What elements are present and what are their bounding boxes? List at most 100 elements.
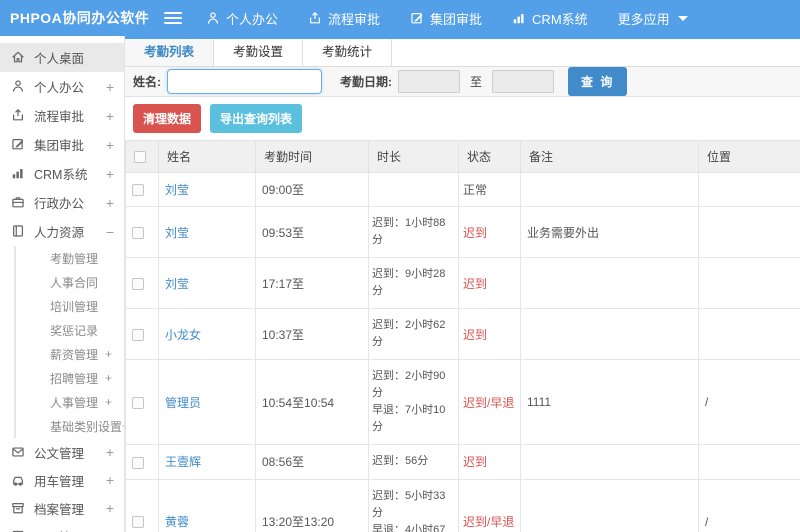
nav-item-label: 集团审批 bbox=[430, 11, 483, 27]
topbar: PHPOA协同办公软件 个人办公 流程审批 集团审批 CRM系统 更多应用 bbox=[0, 0, 800, 36]
employee-name-link[interactable]: 刘莹 bbox=[165, 277, 189, 291]
expand-plus-icon: + bbox=[105, 78, 114, 95]
sidebar-item-personal-desktop[interactable]: 个人桌面 bbox=[0, 43, 124, 72]
table-body: 刘莹 09:00至 正常 刘莹 09:53至 迟到：1小时88分 迟到 业务需要外出 刘莹 17:… bbox=[125, 172, 800, 532]
table-header-row: 姓名 考勤时间 时长 状态 备注 位置 bbox=[125, 140, 800, 173]
sidebar-item-admin-office[interactable]: 行政办公 + bbox=[0, 188, 124, 217]
sidebar-item-workflow-approval[interactable]: 流程审批 + bbox=[0, 101, 124, 130]
sidebar-subitem-salary-management[interactable]: 薪资管理 + bbox=[14, 342, 124, 366]
remark-cell bbox=[520, 478, 699, 532]
location-cell bbox=[698, 172, 800, 207]
location-cell bbox=[698, 257, 800, 310]
table-row: 小龙女 10:37至 迟到：2小时62分 迟到 bbox=[125, 308, 800, 361]
sidebar-subitem-recruitment-management[interactable]: 招聘管理 + bbox=[14, 366, 124, 390]
caret-down-icon bbox=[677, 15, 688, 21]
sidebar-subitem-personnel-management[interactable]: 人事管理 + bbox=[14, 390, 124, 414]
column-header: 考勤时间 bbox=[255, 140, 369, 173]
sidebar-item-project-management[interactable]: 项目管理+ bbox=[0, 522, 124, 532]
sidebar-item-document-management[interactable]: 公文管理 + bbox=[0, 438, 124, 466]
hamburger-menu-icon[interactable] bbox=[164, 9, 182, 27]
nav-item-more-apps[interactable]: 更多应用 bbox=[618, 9, 688, 28]
tab-attendance-statistics[interactable]: 考勤统计 bbox=[303, 39, 393, 66]
sidebar-item-personal-office[interactable]: 个人办公 + bbox=[0, 72, 124, 101]
column-header: 姓名 bbox=[158, 140, 256, 173]
sidebar-item-human-resources[interactable]: 人力资源 − bbox=[0, 217, 124, 246]
employee-name-link[interactable]: 王壹辉 bbox=[165, 455, 201, 469]
row-checkbox[interactable] bbox=[132, 184, 144, 197]
employee-name-link[interactable]: 小龙女 bbox=[165, 328, 201, 342]
nav-item-workflow-approval[interactable]: 流程审批 bbox=[308, 9, 380, 28]
status-badge: 迟到/早退 bbox=[463, 395, 515, 410]
tab-attendance-settings[interactable]: 考勤设置 bbox=[214, 39, 304, 66]
remark-cell bbox=[520, 172, 699, 207]
select-all-checkbox[interactable] bbox=[134, 151, 146, 164]
sidebar-item-vehicle-management[interactable]: 用车管理 + bbox=[0, 466, 124, 494]
location-cell bbox=[698, 308, 800, 361]
book-icon bbox=[11, 224, 26, 239]
sidebar-subitem-reward-punishment-records[interactable]: 奖惩记录 bbox=[14, 318, 124, 342]
nav-item-personal-office[interactable]: 个人办公 bbox=[206, 9, 278, 28]
sidebar-subitem-label: 人事合同 bbox=[50, 275, 99, 290]
column-header: 状态 bbox=[458, 140, 521, 173]
table-row: 管理员 10:54至10:54 迟到：2小时90分 早退：7小时10分 迟到/早退 111… bbox=[125, 359, 800, 446]
car-icon bbox=[11, 473, 26, 488]
employee-name-link[interactable]: 刘莹 bbox=[165, 226, 189, 240]
briefcase-icon bbox=[11, 195, 26, 210]
employee-name-link[interactable]: 管理员 bbox=[165, 396, 201, 410]
status-badge: 迟到 bbox=[463, 327, 488, 342]
main-content: 考勤列表 考勤设置 考勤统计 姓名: 考勤日期: 至 查 询 清理数据 导出查询列表… bbox=[125, 36, 800, 532]
filter-bar: 姓名: 考勤日期: 至 查 询 bbox=[125, 67, 800, 97]
row-checkbox[interactable] bbox=[132, 226, 144, 239]
duration-line: 迟到：56分 bbox=[372, 455, 429, 468]
sidebar-subitem-basic-category-settings[interactable]: 基础类别设置+ bbox=[14, 414, 124, 438]
nav-item-crm-system[interactable]: CRM系统 bbox=[512, 9, 588, 28]
row-checkbox[interactable] bbox=[132, 329, 144, 342]
column-header: 备注 bbox=[520, 140, 699, 173]
expand-plus-icon: + bbox=[105, 500, 114, 516]
employee-name-link[interactable]: 黄蓉 bbox=[165, 515, 189, 529]
tab-attendance-list[interactable]: 考勤列表 bbox=[125, 39, 215, 66]
date-from-input[interactable] bbox=[398, 70, 460, 93]
sidebar-subitem-attendance-management[interactable]: 考勤管理 bbox=[14, 246, 124, 270]
duration-cell: 迟到：5小时33分早退：4小时67分 bbox=[368, 478, 459, 532]
clean-data-button[interactable]: 清理数据 bbox=[133, 104, 202, 133]
nav-item-group-approval[interactable]: 集团审批 bbox=[410, 9, 482, 28]
sidebar-item-label: 集团审批 bbox=[34, 139, 85, 153]
edit-icon bbox=[11, 137, 26, 152]
name-input[interactable] bbox=[167, 69, 322, 94]
sidebar-item-label: 个人桌面 bbox=[34, 52, 85, 66]
duration-line: 迟到：1小时88分 bbox=[372, 217, 446, 247]
row-checkbox[interactable] bbox=[132, 277, 144, 290]
row-checkbox[interactable] bbox=[132, 397, 144, 410]
export-list-button[interactable]: 导出查询列表 bbox=[210, 104, 303, 133]
search-button[interactable]: 查 询 bbox=[568, 67, 628, 96]
sidebar-item-archive-management[interactable]: 档案管理 + bbox=[0, 494, 124, 522]
status-badge: 迟到 bbox=[463, 455, 488, 470]
location-cell: / bbox=[698, 478, 800, 532]
row-checkbox[interactable] bbox=[132, 516, 144, 529]
status-cell: 迟到/早退 bbox=[458, 478, 521, 532]
sidebar-subitem-training-management[interactable]: 培训管理 bbox=[14, 294, 124, 318]
home-icon bbox=[11, 50, 26, 65]
expand-plus-icon: + bbox=[105, 107, 114, 124]
expand-plus-icon: + bbox=[106, 528, 114, 532]
status-cell: 迟到 bbox=[458, 205, 521, 259]
nav-item-label: 个人办公 bbox=[226, 11, 279, 27]
share-icon bbox=[308, 11, 322, 25]
sidebar-item-label: 档案管理 bbox=[34, 502, 85, 517]
sidebar-subitem-label: 基础类别设置 bbox=[50, 419, 123, 434]
expand-plus-icon: + bbox=[104, 395, 112, 409]
name-cell: 王壹辉 bbox=[158, 444, 256, 480]
row-checkbox[interactable] bbox=[132, 456, 144, 469]
sidebar-item-label: CRM系统 bbox=[34, 168, 88, 182]
location-cell bbox=[698, 444, 800, 480]
name-cell: 小龙女 bbox=[158, 308, 256, 361]
duration-cell: 迟到：2小时90分 早退：7小时10分 bbox=[368, 359, 459, 446]
duration-cell: 迟到：56分 bbox=[368, 444, 459, 480]
sidebar-subitem-personnel-contract[interactable]: 人事合同 bbox=[14, 270, 124, 294]
remark-cell: 业务需要外出 bbox=[520, 205, 699, 259]
sidebar-item-group-approval[interactable]: 集团审批 + bbox=[0, 130, 124, 159]
sidebar-item-crm-system[interactable]: CRM系统 + bbox=[0, 159, 124, 188]
employee-name-link[interactable]: 刘莹 bbox=[165, 183, 189, 197]
date-to-input[interactable] bbox=[492, 70, 555, 93]
